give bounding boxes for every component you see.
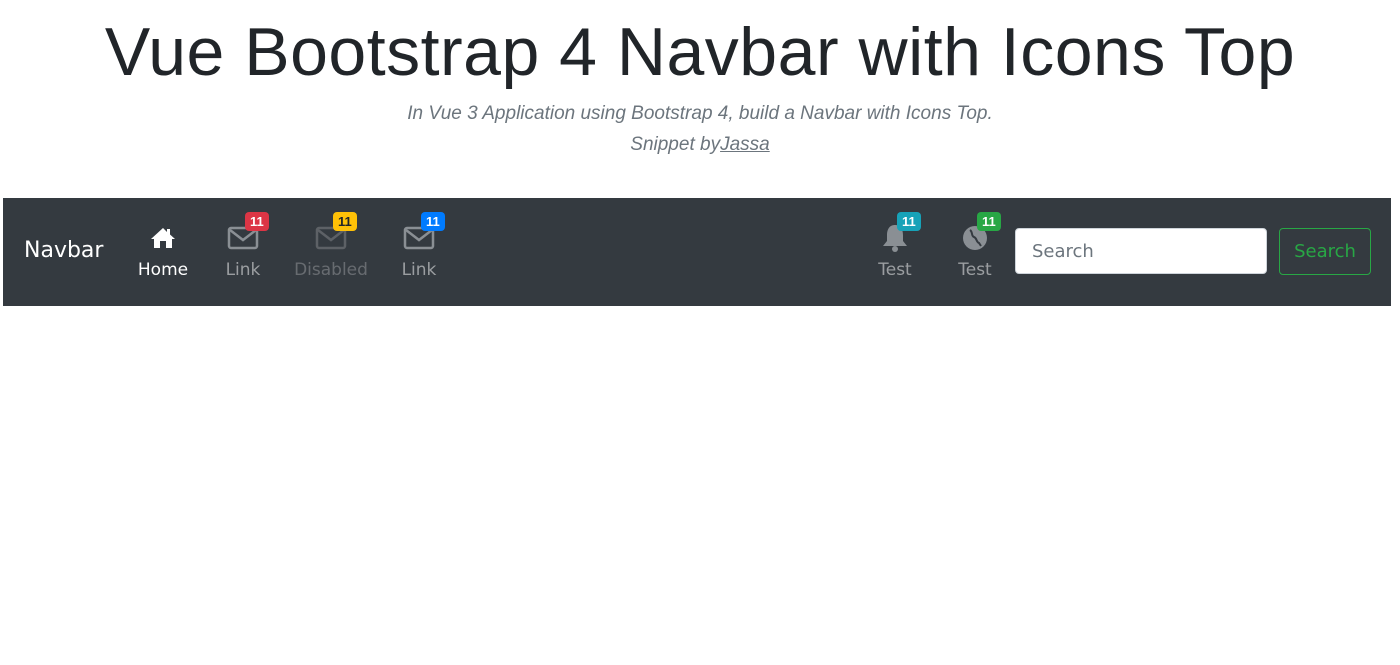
page-header: Vue Bootstrap 4 Navbar with Icons Top In… <box>0 0 1400 160</box>
envelope-icon: 11 <box>291 212 371 258</box>
credit-prefix: Snippet by <box>630 134 721 155</box>
navbar: Navbar Home 11 Link 11 Disabled 11 Link … <box>3 198 1391 306</box>
nav-item-test-globe[interactable]: 11 Test <box>953 212 1001 280</box>
page-subtitle: In Vue 3 Application using Bootstrap 4, … <box>0 98 1400 160</box>
subtitle-text: In Vue 3 Application using Bootstrap 4, … <box>407 103 993 124</box>
page-title: Vue Bootstrap 4 Navbar with Icons Top <box>104 14 1296 90</box>
notification-badge: 11 <box>977 212 1001 231</box>
nav-item-label: Link <box>225 260 261 280</box>
notification-badge: 11 <box>333 212 357 231</box>
envelope-icon: 11 <box>221 212 269 258</box>
credit-line: Snippet byJassa <box>0 129 1400 160</box>
nav-item-label: Link <box>401 260 437 280</box>
nav-item-label: Test <box>878 260 912 280</box>
nav-item-test-notifications[interactable]: 11 Test <box>873 212 921 280</box>
notification-badge: 11 <box>421 212 445 231</box>
nav-item-label: Home <box>137 260 189 280</box>
nav-item-home[interactable]: Home <box>131 218 195 280</box>
envelope-icon: 11 <box>397 212 445 258</box>
author-link[interactable]: Jassa <box>720 134 770 155</box>
nav-item-disabled: 11 Disabled <box>291 212 371 280</box>
notification-badge: 11 <box>245 212 269 231</box>
search-input[interactable] <box>1015 228 1267 274</box>
search-button[interactable]: Search <box>1279 228 1371 275</box>
nav-item-link-1[interactable]: 11 Link <box>221 212 269 280</box>
bell-icon: 11 <box>873 212 921 258</box>
globe-icon: 11 <box>953 212 1001 258</box>
notification-badge: 11 <box>897 212 921 231</box>
nav-item-label: Disabled <box>294 260 368 280</box>
home-icon <box>131 218 195 258</box>
navbar-brand[interactable]: Navbar <box>24 238 103 263</box>
nav-item-label: Test <box>958 260 992 280</box>
nav-item-link-2[interactable]: 11 Link <box>397 212 445 280</box>
